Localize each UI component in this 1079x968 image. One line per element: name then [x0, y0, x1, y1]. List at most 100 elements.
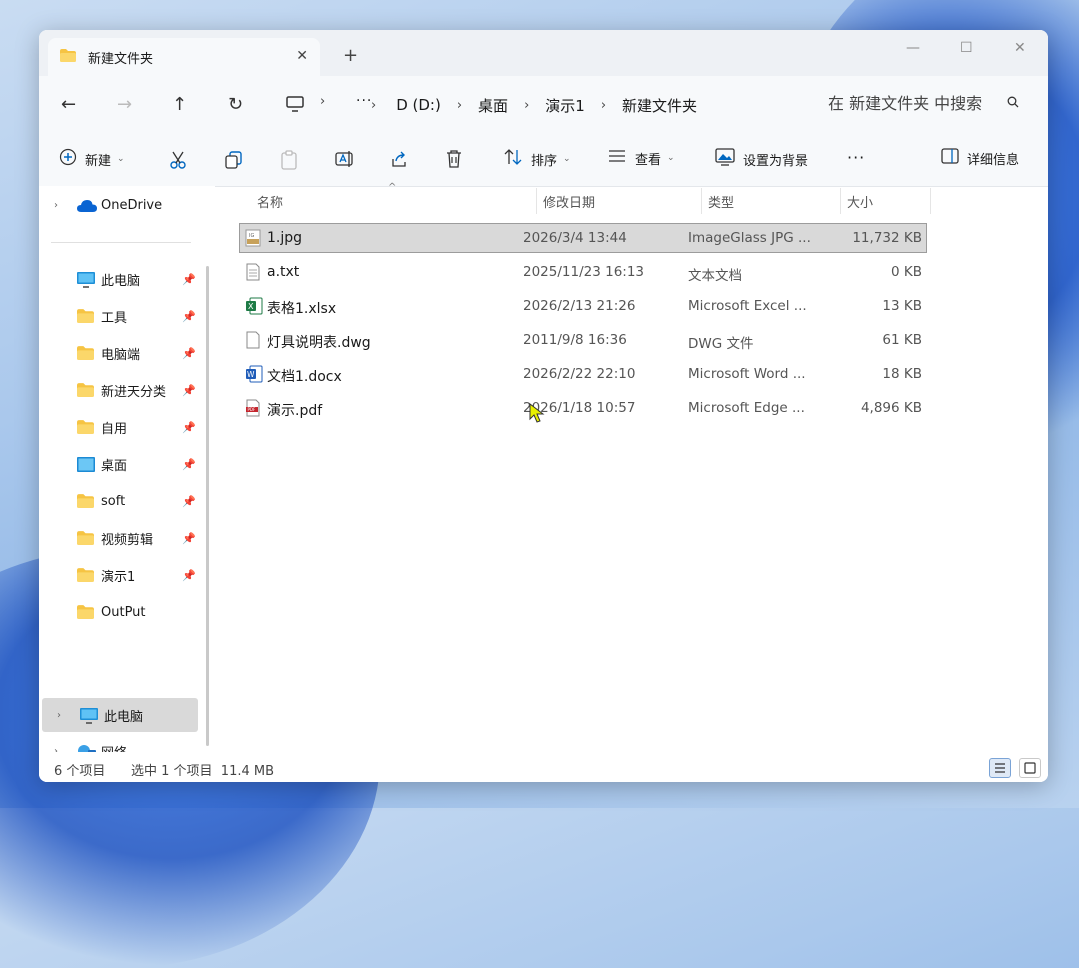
folder-icon — [77, 568, 94, 586]
minimize-button[interactable]: — — [906, 40, 920, 56]
sidebar-item-quick-access[interactable]: soft 📌 — [39, 484, 199, 518]
file-type: Microsoft Edge ... — [688, 400, 805, 416]
view-button[interactable]: 查看 ⌄ — [607, 148, 675, 168]
pin-icon[interactable]: 📌 — [182, 421, 196, 434]
file-row[interactable]: 灯具说明表.dwg 2011/9/8 16:36 DWG 文件 61 KB — [240, 326, 926, 354]
sidebar-item-label: OutPut — [101, 604, 146, 620]
close-window-button[interactable]: ✕ — [1014, 40, 1026, 56]
cloud-icon — [77, 200, 97, 216]
up-button[interactable]: ↑ — [172, 94, 187, 115]
share-icon[interactable] — [389, 149, 409, 173]
breadcrumb-item[interactable]: D (D:) — [396, 96, 441, 114]
svg-text:W: W — [247, 370, 255, 379]
column-divider[interactable] — [701, 188, 702, 214]
sidebar-item-onedrive[interactable]: › OneDrive — [39, 188, 199, 222]
file-size: 0 KB — [891, 264, 922, 280]
tab-close-icon[interactable]: ✕ — [296, 48, 308, 64]
column-header-date[interactable]: 修改日期 — [543, 186, 595, 216]
rename-icon[interactable] — [334, 149, 354, 173]
file-row[interactable]: a.txt 2025/11/23 16:13 文本文档 0 KB — [240, 258, 926, 286]
file-date: 2026/2/13 21:26 — [523, 298, 636, 314]
sidebar-item-quick-access[interactable]: 工具 📌 — [39, 299, 199, 333]
breadcrumb-item[interactable]: 演示1 — [545, 95, 585, 116]
sidebar-item-quick-access[interactable]: OutPut — [39, 595, 199, 629]
column-header-name[interactable]: 名称 — [257, 186, 283, 216]
folder-icon — [77, 383, 94, 401]
sidebar-item-quick-access[interactable]: 演示1 📌 — [39, 558, 199, 592]
tab-current-folder[interactable]: 新建文件夹 ✕ — [48, 38, 320, 76]
pin-icon[interactable]: 📌 — [182, 273, 196, 286]
chevron-down-icon: ⌄ — [667, 153, 675, 163]
file-row[interactable]: IG 1.jpg 2026/3/4 13:44 ImageGlass JPG ... 1… — [239, 223, 927, 253]
delete-icon[interactable] — [445, 149, 463, 173]
file-name: 1.jpg — [267, 230, 303, 246]
set-as-background-button[interactable]: 设置为背景 — [715, 148, 808, 170]
file-type: Microsoft Word ... — [688, 366, 806, 382]
details-pane-button[interactable]: 详细信息 — [941, 148, 1019, 168]
file-name: a.txt — [267, 264, 300, 280]
sidebar-item-quick-access[interactable]: 桌面 📌 — [39, 447, 199, 481]
file-type: DWG 文件 — [688, 336, 754, 352]
file-row[interactable]: PDF 演示.pdf 2026/1/18 10:57 Microsoft Edge .… — [240, 394, 926, 422]
dwg-file-icon — [245, 331, 261, 353]
breadcrumb-item[interactable]: 桌面 — [478, 95, 508, 116]
details-view-button[interactable] — [989, 758, 1011, 778]
svg-text:PDF: PDF — [248, 407, 256, 412]
computer-icon[interactable] — [286, 96, 304, 116]
file-type: Microsoft Excel ... — [688, 298, 807, 314]
pin-icon[interactable]: 📌 — [182, 495, 196, 508]
column-header-type[interactable]: 类型 — [708, 186, 734, 216]
excel-file-icon: X — [245, 297, 263, 319]
sidebar-item-quick-access[interactable]: 新进天分类 📌 — [39, 373, 199, 407]
sidebar-item-label: 此电脑 — [101, 273, 141, 289]
text-file-icon — [245, 263, 261, 285]
sidebar-item-this-pc[interactable]: › 此电脑 — [42, 698, 198, 732]
breadcrumb: › D (D:) › 桌面 › 演示1 › 新建文件夹 — [371, 90, 697, 120]
more-options-button[interactable]: ··· — [847, 148, 865, 167]
folder-icon — [77, 346, 94, 364]
maximize-button[interactable]: ☐ — [960, 40, 973, 56]
column-header-size[interactable]: 大小 — [847, 186, 873, 216]
folder-icon — [77, 309, 94, 327]
status-bar: 6 个项目 选中 1 个项目 11.4 MB — [39, 752, 1048, 782]
tiles-view-button[interactable] — [1019, 758, 1041, 778]
address-bar: ← → ↑ ↻ › ··· › D (D:) › 桌面 › 演示1 › 新建文件… — [39, 76, 1048, 134]
back-button[interactable]: ← — [61, 94, 76, 115]
copy-icon[interactable] — [224, 150, 244, 174]
file-row[interactable]: W 文档1.docx 2026/2/22 22:10 Microsoft Word .… — [240, 360, 926, 388]
file-name: 灯具说明表.dwg — [267, 335, 371, 351]
chevron-down-icon: ⌄ — [563, 154, 571, 164]
more-path-button[interactable]: ··· — [356, 93, 372, 109]
pin-icon[interactable]: 📌 — [182, 532, 196, 545]
sort-ascending-icon: ^ — [388, 182, 397, 193]
monitor-icon — [80, 708, 98, 728]
sidebar-item-quick-access[interactable]: 电脑端 📌 — [39, 336, 199, 370]
column-divider[interactable] — [930, 188, 931, 214]
sidebar-item-quick-access[interactable]: 此电脑 📌 — [39, 262, 199, 296]
paste-icon[interactable] — [279, 149, 299, 175]
pin-icon[interactable]: 📌 — [182, 384, 196, 397]
new-tab-button[interactable]: + — [343, 47, 358, 65]
item-count: 6 个项目 — [54, 764, 106, 779]
file-name: 演示.pdf — [267, 403, 323, 419]
sidebar-scrollbar[interactable] — [206, 266, 209, 746]
new-button[interactable]: 新建 ⌄ — [59, 148, 125, 170]
sort-button[interactable]: 排序 ⌄ — [503, 148, 571, 170]
pin-icon[interactable]: 📌 — [182, 347, 196, 360]
pin-icon[interactable]: 📌 — [182, 458, 196, 471]
column-divider[interactable] — [840, 188, 841, 214]
forward-button[interactable]: → — [117, 94, 132, 115]
breadcrumb-item[interactable]: 新建文件夹 — [622, 95, 697, 116]
file-date: 2026/2/22 22:10 — [523, 366, 636, 382]
sidebar-item-quick-access[interactable]: 自用 📌 — [39, 410, 199, 444]
column-divider[interactable] — [536, 188, 537, 214]
file-row[interactable]: X 表格1.xlsx 2026/2/13 21:26 Microsoft Excel … — [240, 292, 926, 320]
pin-icon[interactable]: 📌 — [182, 569, 196, 582]
chevron-right-icon: › — [54, 199, 58, 211]
refresh-button[interactable]: ↻ — [228, 94, 243, 115]
sidebar-item-quick-access[interactable]: 视频剪辑 📌 — [39, 521, 199, 555]
pin-icon[interactable]: 📌 — [182, 310, 196, 323]
cut-icon[interactable] — [168, 150, 188, 174]
chevron-right-icon: › — [600, 97, 607, 113]
search-icon[interactable] — [1007, 96, 1019, 112]
